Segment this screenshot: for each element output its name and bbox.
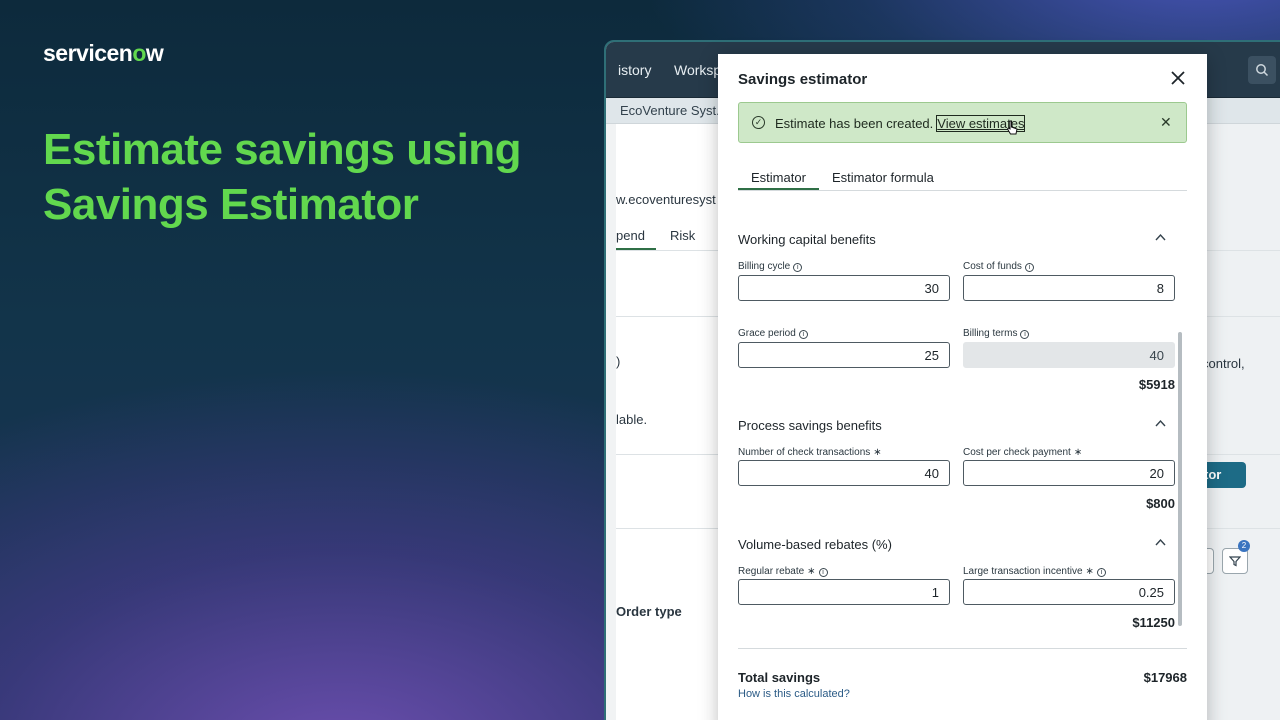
cost-of-funds-input[interactable] [963, 275, 1175, 301]
tab-estimator-formula[interactable]: Estimator formula [832, 170, 934, 185]
savings-estimator-modal: Savings estimator ✓ Estimate has been cr… [718, 54, 1207, 720]
estimator-form: Working capital benefits Billing cycle i … [718, 212, 1207, 632]
info-icon[interactable]: i [1020, 330, 1030, 339]
large-incentive-input[interactable] [963, 579, 1175, 605]
billing-cycle-input[interactable] [738, 275, 950, 301]
servicenow-logo: servicenow [43, 40, 164, 66]
regular-rebate-input[interactable] [738, 579, 950, 605]
check-circle-icon: ✓ [752, 116, 765, 129]
active-tab-indicator [738, 188, 819, 190]
chevron-up-icon[interactable] [1155, 537, 1166, 549]
how-calculated-link[interactable]: How is this calculated? [738, 688, 850, 700]
headline: Estimate savings using Savings Estimator [43, 125, 522, 229]
chevron-up-icon[interactable] [1155, 232, 1166, 244]
close-icon[interactable] [1167, 68, 1189, 90]
tab-spend[interactable]: pend [616, 228, 645, 243]
filter-count-badge: 2 [1238, 540, 1250, 552]
cost-of-funds-label: Cost of funds i [963, 261, 1034, 272]
info-icon[interactable]: i [1024, 263, 1034, 272]
large-incentive-label: Large transaction incentive ∗ i [963, 566, 1106, 577]
process-savings-subtotal: $800 [1146, 496, 1175, 511]
check-transactions-input[interactable] [738, 460, 950, 486]
text-fragment: ) [616, 354, 621, 369]
required-marker: ∗ [807, 566, 816, 577]
alert-text: Estimate has been created. [775, 116, 934, 131]
info-icon[interactable]: i [793, 263, 803, 272]
nav-history[interactable]: istory [618, 62, 651, 78]
info-icon[interactable]: i [798, 330, 808, 339]
section-title-process-savings: Process savings benefits [738, 418, 882, 433]
modal-title: Savings estimator [738, 71, 868, 88]
tab-estimator[interactable]: Estimator [751, 170, 806, 185]
section-title-volume-rebates: Volume-based rebates (%) [738, 537, 892, 552]
volume-rebates-subtotal: $11250 [1132, 615, 1175, 630]
modal-tabs: Estimator Estimator formula [738, 164, 1187, 191]
total-savings-value: $17968 [1143, 670, 1187, 685]
record-tab[interactable]: EcoVenture Syst... [620, 103, 727, 118]
billing-cycle-label: Billing cycle i [738, 261, 803, 272]
billing-terms-label: Billing terms i [963, 328, 1030, 339]
pointer-cursor-icon [1006, 120, 1018, 135]
required-marker: ∗ [873, 447, 882, 458]
billing-terms-input [963, 342, 1175, 368]
grace-period-input[interactable] [738, 342, 950, 368]
required-marker: ∗ [1085, 566, 1094, 577]
total-savings-label: Total savings [738, 670, 821, 685]
cost-per-check-input[interactable] [963, 460, 1175, 486]
check-transactions-label: Number of check transactions ∗ [738, 447, 882, 458]
divider [738, 648, 1187, 649]
website-value: w.ecoventuresyst [616, 192, 716, 207]
info-icon[interactable]: i [818, 568, 828, 577]
grace-period-label: Grace period i [738, 328, 808, 339]
required-marker: ∗ [1073, 447, 1083, 458]
cost-per-check-label: Cost per check payment ∗ [963, 447, 1083, 458]
order-type-label: Order type [616, 604, 682, 619]
close-icon[interactable]: ✕ [1160, 114, 1172, 131]
chevron-up-icon[interactable] [1155, 418, 1166, 430]
text-fragment: lable. [616, 412, 648, 427]
tab-risk[interactable]: Risk [670, 228, 695, 243]
app-right-column [1206, 124, 1280, 720]
search-icon[interactable] [1248, 56, 1276, 84]
working-capital-subtotal: $5918 [1138, 377, 1175, 392]
section-title-working-capital: Working capital benefits [738, 232, 876, 247]
alert-message: Estimate has been created. View estimates [775, 115, 1026, 132]
regular-rebate-label: Regular rebate ∗ i [738, 566, 828, 577]
nav-workspace[interactable]: Worksp [674, 62, 721, 78]
success-alert: ✓ Estimate has been created. View estimat… [738, 102, 1187, 143]
text-fragment: control, [1202, 356, 1245, 371]
info-icon[interactable]: i [1096, 568, 1106, 577]
scrollbar[interactable] [1178, 332, 1182, 626]
